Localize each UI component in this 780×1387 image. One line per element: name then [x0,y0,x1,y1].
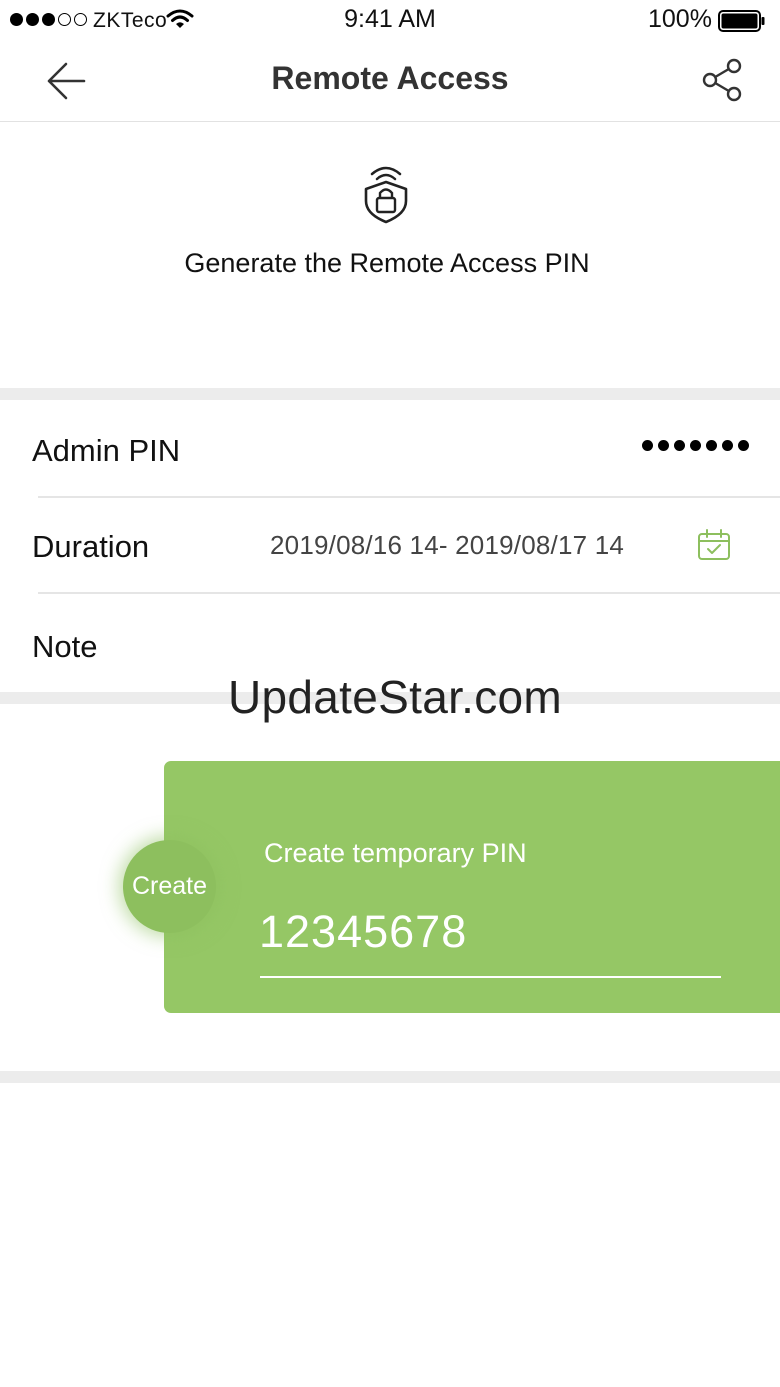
temporary-pin-caption: Create temporary PIN [264,838,527,868]
pin-underline [260,976,721,978]
status-bar: ZKTeco 9:41 AM 100% [0,0,780,40]
duration-label: Duration [32,529,150,564]
temporary-pin-value[interactable]: 12345678 [259,906,467,958]
section-divider [0,388,780,400]
header-description: Generate the Remote Access PIN [184,248,590,278]
battery-percent: 100% [648,5,712,33]
row-divider [38,496,780,498]
row-divider [38,592,780,594]
wireless-lock-shield-icon [362,162,410,229]
note-label[interactable]: Note [32,629,97,665]
calendar-check-icon[interactable] [697,529,731,566]
section-divider [0,1071,780,1083]
create-button[interactable]: Create [123,840,216,933]
watermark-text: UpdateStar.com [228,671,563,723]
page-title: Remote Access [271,60,509,96]
admin-pin-label: Admin PIN [32,433,181,468]
battery-icon [718,10,765,32]
share-icon[interactable] [702,58,744,107]
duration-value[interactable]: 2019/08/16 14- 2019/08/17 14 [270,530,624,561]
admin-pin-masked-value[interactable] [642,440,749,451]
navigation-bar: Remote Access [0,40,780,122]
